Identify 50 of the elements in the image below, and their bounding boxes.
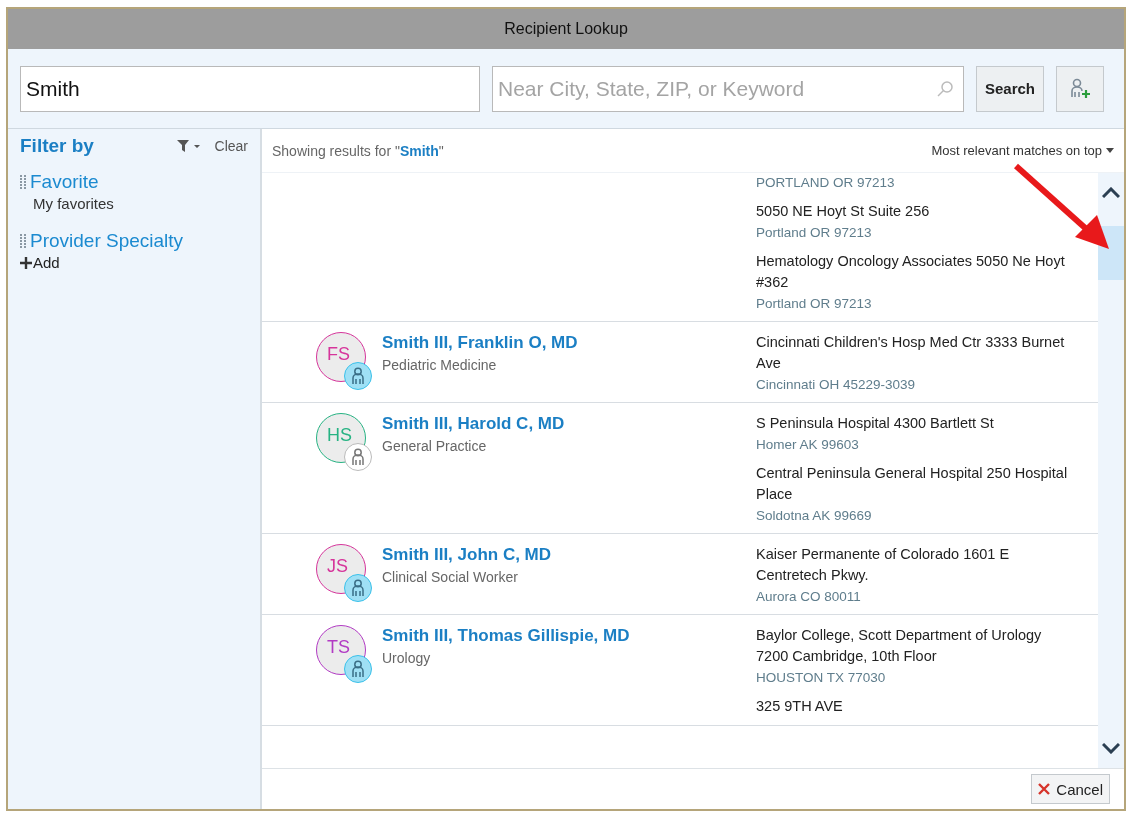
grip-icon: [20, 234, 26, 248]
provider-name[interactable]: Smith III, Thomas Gillispie, MD: [382, 626, 630, 646]
location-address: 5050 NE Hoyt St Suite 256: [756, 202, 931, 221]
provider-specialty: General Practice: [382, 438, 488, 454]
plus-icon: [20, 256, 32, 269]
sort-dropdown[interactable]: Most relevant matches on top: [931, 143, 1114, 158]
window-title: Recipient Lookup: [504, 20, 628, 38]
provider-name[interactable]: Smith III, John C, MD: [382, 545, 552, 565]
provider-specialty: Clinical Social Worker: [382, 569, 519, 585]
location-city: PORTLAND OR 97213: [756, 174, 896, 192]
location-address: Hematology Oncology Associates 5050 Ne Hoyt #362: [756, 252, 1066, 292]
add-person-icon: [1069, 77, 1091, 100]
provider-specialty: Urology: [382, 650, 432, 666]
location-address: Central Peninsula General Hospital 250 Hospital Place: [756, 464, 1068, 504]
location-address: Cincinnati Children's Hosp Med Ctr 3333 Burnet Ave: [756, 333, 1066, 373]
filter-heading: Filter by: [20, 135, 95, 157]
results-summary: Showing results for "Smith": [272, 142, 445, 159]
chevron-down-icon[interactable]: [1102, 743, 1120, 754]
location-city: Homer AK 99603: [756, 436, 860, 454]
chevron-up-icon[interactable]: [1102, 187, 1120, 198]
location-city: Aurora CO 80011: [756, 588, 862, 606]
location-city: Soldotna AK 99669: [756, 507, 873, 525]
person-icon: [351, 660, 365, 678]
person-icon: [351, 367, 365, 385]
search-icon: [936, 79, 954, 98]
location-address: S Peninsula Hospital 4300 Bartlett St: [756, 414, 995, 433]
location-address: Kaiser Permanente of Colorado 1601 E Centretech Pkwy.: [756, 545, 1011, 585]
close-icon: [1038, 783, 1051, 795]
provider-specialty: Pediatric Medicine: [382, 357, 498, 373]
filter-option[interactable]: My favorites: [20, 195, 248, 212]
name-search-field[interactable]: Smith: [20, 65, 480, 112]
add-filter-link[interactable]: Add: [20, 254, 248, 271]
provider-name[interactable]: Smith III, Harold C, MD: [382, 414, 565, 434]
cancel-button[interactable]: Cancel: [1031, 774, 1110, 804]
filter-dropdown-icon[interactable]: [176, 140, 203, 152]
location-city: Cincinnati OH 45229-3039: [756, 376, 917, 394]
person-icon: [351, 579, 365, 597]
search-button[interactable]: Search: [976, 65, 1044, 112]
location-city: HOUSTON TX 77030: [756, 669, 887, 687]
location-search-field[interactable]: Near City, State, ZIP, or Keyword: [492, 65, 964, 112]
person-icon: [351, 448, 365, 466]
location-city: Portland OR 97213: [756, 295, 873, 313]
caret-icon: [1106, 148, 1114, 153]
location-city: Portland OR 97213: [756, 224, 873, 242]
location-address: Baylor College, Scott Department of Urology 7200 Cambridge, 10th Floor: [756, 626, 1043, 666]
location-address: 325 9TH AVE: [756, 697, 844, 716]
clear-link[interactable]: Clear: [214, 138, 248, 154]
provider-name[interactable]: Smith III, Franklin O, MD: [382, 333, 578, 353]
grip-icon: [20, 175, 26, 189]
add-recipient-button[interactable]: [1056, 65, 1104, 112]
